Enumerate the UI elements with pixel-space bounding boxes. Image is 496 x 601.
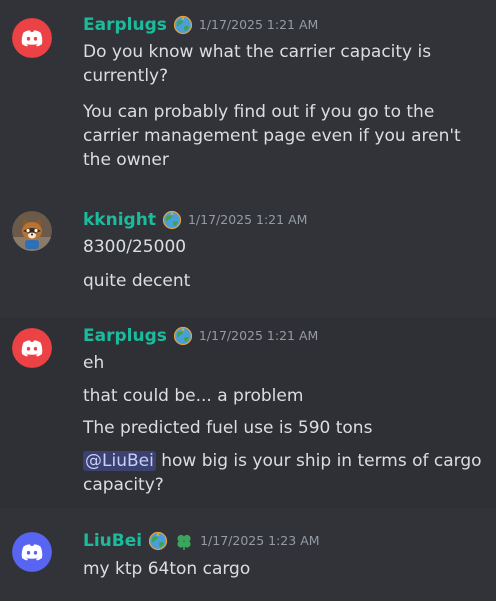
username[interactable]: Earplugs [83,325,167,347]
globe-icon[interactable] [173,326,193,346]
message-text: eh [83,353,105,373]
avatar[interactable] [12,328,52,368]
avatar[interactable] [12,532,52,572]
globe-icon[interactable] [148,531,168,551]
timestamp: 1/17/2025 1:21 AM [198,328,319,343]
clover-icon[interactable] [174,531,194,551]
globe-icon[interactable] [173,15,193,35]
username[interactable]: Earplugs [83,14,167,36]
discord-logo-icon [12,532,52,572]
discord-logo-icon [12,18,52,58]
message-text: Do you know what the carrier capacity is… [83,42,432,86]
globe-icon[interactable] [162,210,182,230]
message-header: kknight 1/17/2025 1:21 AM [83,209,307,231]
message-header: LiuBei 1/17/2025 1:23 AM [83,530,320,552]
message-text: quite decent [83,271,191,291]
message-text: my ktp 64ton cargo [83,559,251,579]
user-mention[interactable]: @LiuBei [83,451,156,471]
timestamp: 1/17/2025 1:21 AM [198,17,319,32]
username[interactable]: kknight [83,209,156,231]
raccoon-avatar-icon [12,211,52,251]
timestamp: 1/17/2025 1:21 AM [187,212,308,227]
avatar[interactable] [12,211,52,251]
avatar[interactable] [12,18,52,58]
message-text: 8300/25000 [83,237,187,257]
discord-logo-icon [12,328,52,368]
message-text: You can probably find out if you go to t… [83,102,461,170]
message-text-with-mention: @LiuBei how big is your ship in terms of… [83,449,483,497]
username[interactable]: LiuBei [83,530,142,552]
timestamp: 1/17/2025 1:23 AM [200,533,320,548]
message-text: The predicted fuel use is 590 tons [83,418,373,438]
message-header: Earplugs 1/17/2025 1:21 AM [83,325,318,347]
message-header: Earplugs 1/17/2025 1:21 AM [83,14,318,36]
message-feed: Earplugs 1/17/2025 1:21 AM Do you know w… [0,0,496,601]
message-text: that could be... a problem [83,386,304,406]
